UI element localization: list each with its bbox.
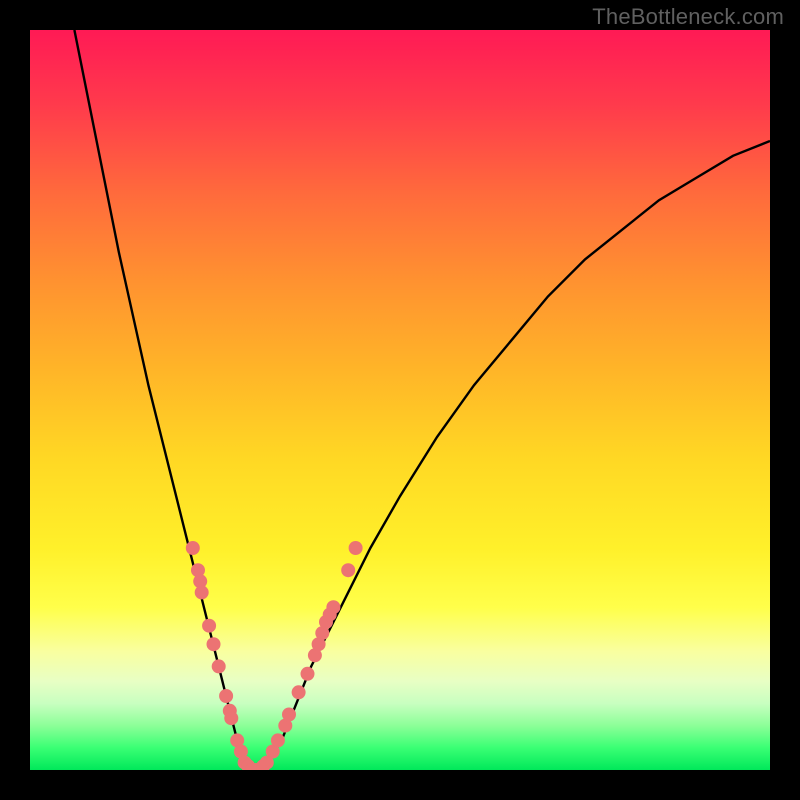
chart-frame: TheBottleneck.com <box>0 0 800 800</box>
data-marker <box>202 619 216 633</box>
data-marker <box>186 541 200 555</box>
data-marker <box>212 659 226 673</box>
data-marker <box>271 733 285 747</box>
data-marker <box>219 689 233 703</box>
data-marker <box>207 637 221 651</box>
data-marker <box>349 541 363 555</box>
data-marker <box>195 585 209 599</box>
chart-svg <box>30 30 770 770</box>
bottleneck-curve <box>74 30 770 770</box>
data-markers <box>186 541 363 770</box>
data-marker <box>326 600 340 614</box>
data-marker <box>301 667 315 681</box>
data-marker <box>292 685 306 699</box>
data-marker <box>282 708 296 722</box>
data-marker <box>341 563 355 577</box>
watermark-label: TheBottleneck.com <box>592 4 784 30</box>
plot-area <box>30 30 770 770</box>
data-marker <box>224 711 238 725</box>
